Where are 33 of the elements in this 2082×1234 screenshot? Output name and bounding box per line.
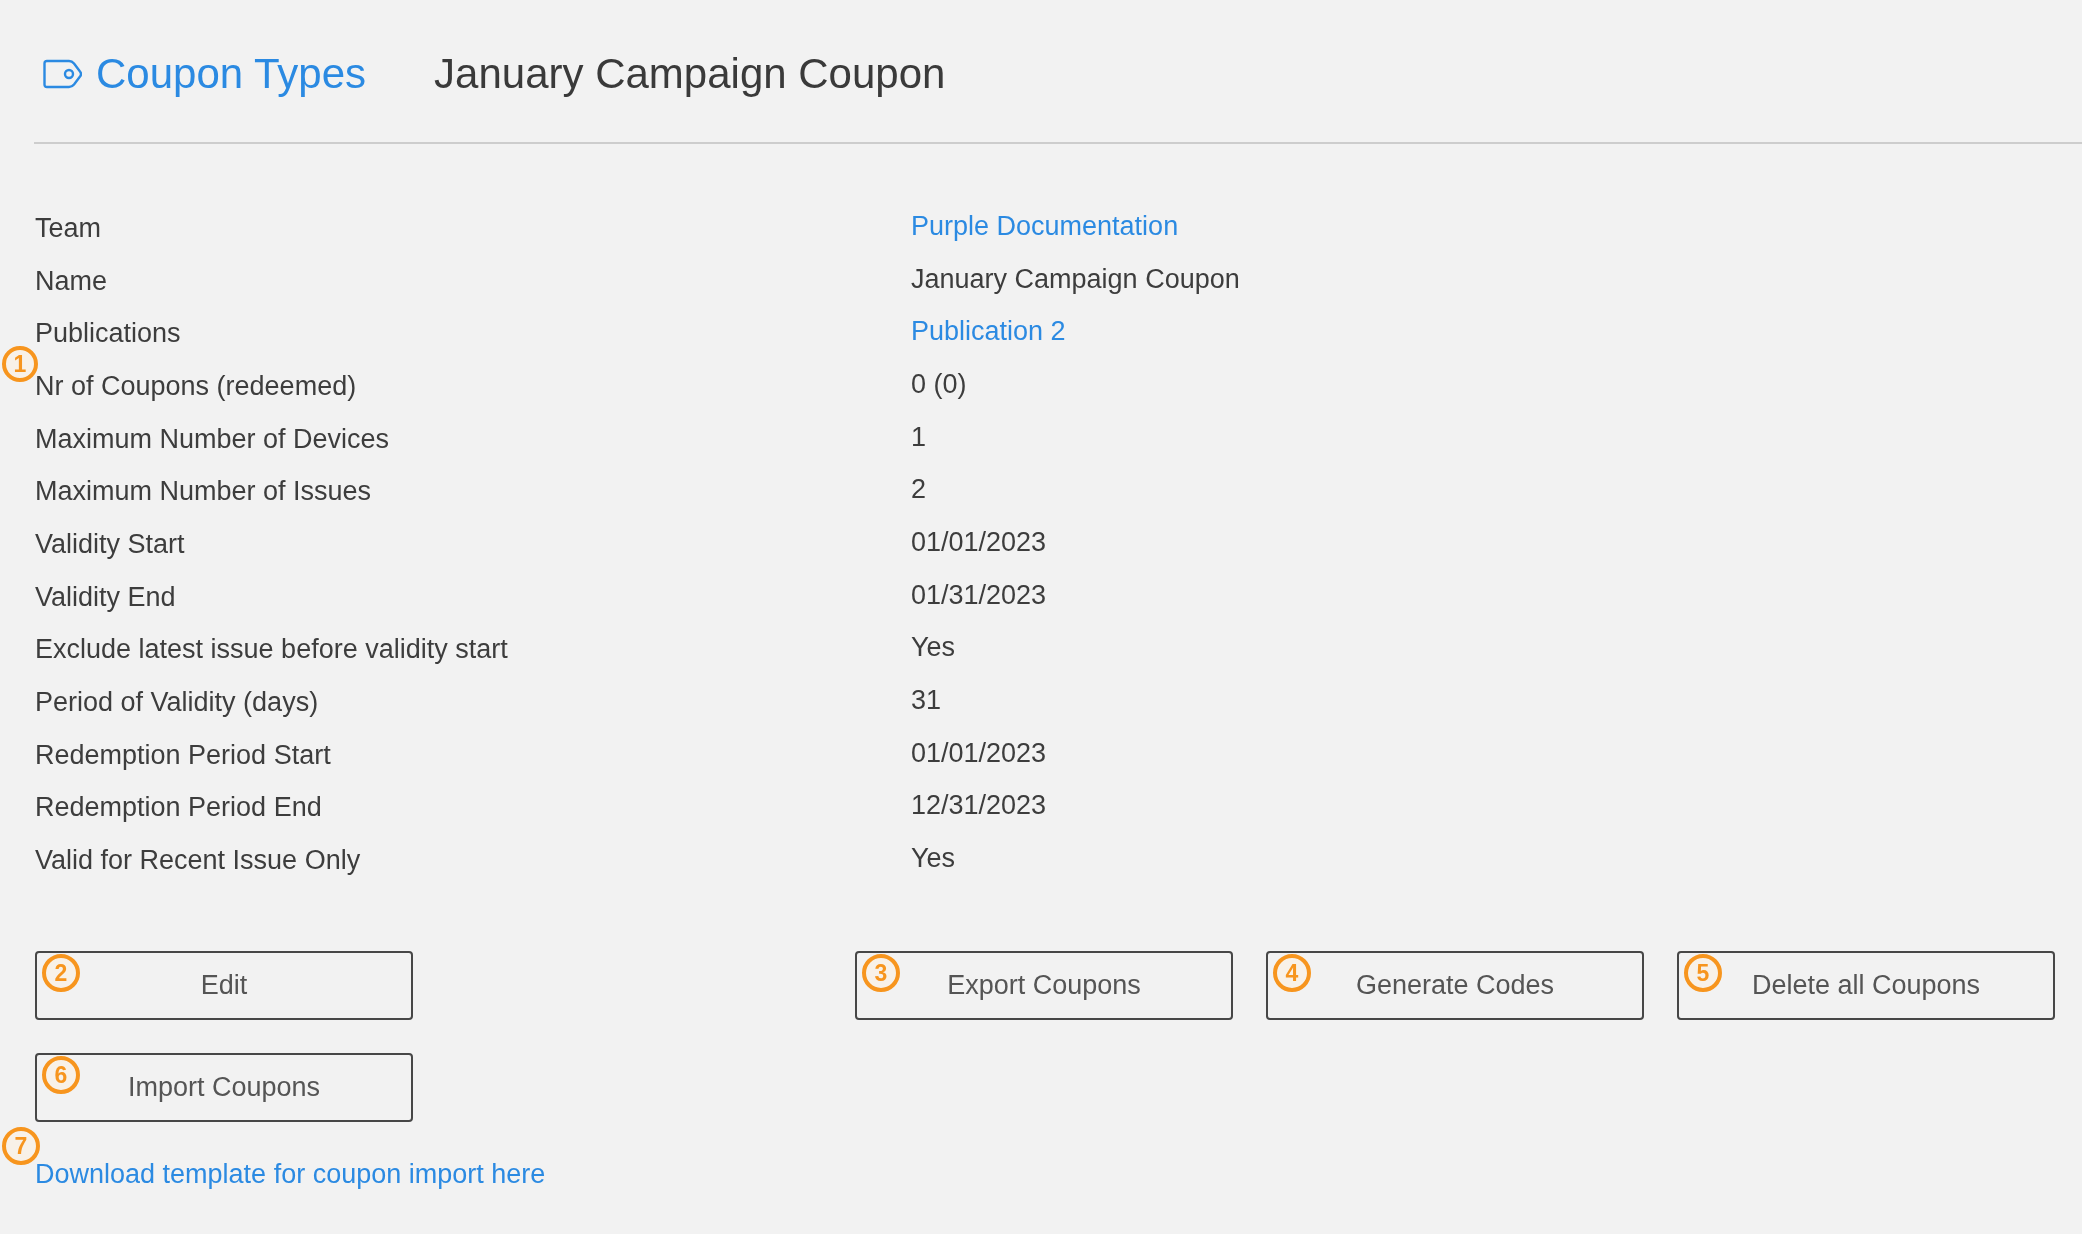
callout-marker: 7 [2,1126,40,1165]
field-value: 01/01/2023 [911,737,1047,769]
field-value: 1 [911,421,927,453]
field-label: Name [35,265,109,297]
field-value: 0 (0) [911,368,967,400]
page-title: January Campaign Coupon [434,50,946,98]
callout-marker: 3 [862,953,900,992]
field-label: Validity End [35,581,177,613]
field-label: Publications [35,318,182,350]
field-label: Nr of Coupons (redeemed) [35,370,358,402]
field-value: 12/31/2023 [911,790,1047,822]
callout-marker: 1 [2,346,38,383]
callout-marker: 6 [42,1055,80,1094]
field-label: Exclude latest issue before validity start [35,634,509,666]
field-label: Redemption Period Start [35,739,332,771]
field-label: Maximum Number of Devices [35,423,391,455]
field-label: Period of Validity (days) [35,687,320,719]
field-value: Yes [911,632,956,664]
field-value: Yes [911,843,956,875]
field-label: Redemption Period End [35,792,323,824]
field-label: Team [35,212,103,244]
field-label: Maximum Number of Issues [35,476,373,508]
field-label: Validity Start [35,528,186,560]
field-value: January Campaign Coupon [911,263,1240,295]
callout-marker: 2 [42,953,80,992]
callout-marker: 4 [1273,953,1311,992]
callout-marker: 5 [1684,953,1722,992]
field-label: Valid for Recent Issue Only [35,845,362,877]
field-value: 31 [911,685,942,717]
field-value: 01/31/2023 [911,579,1047,611]
tag-icon [43,59,82,89]
field-value: 01/01/2023 [911,526,1047,558]
field-value: 2 [911,474,927,506]
